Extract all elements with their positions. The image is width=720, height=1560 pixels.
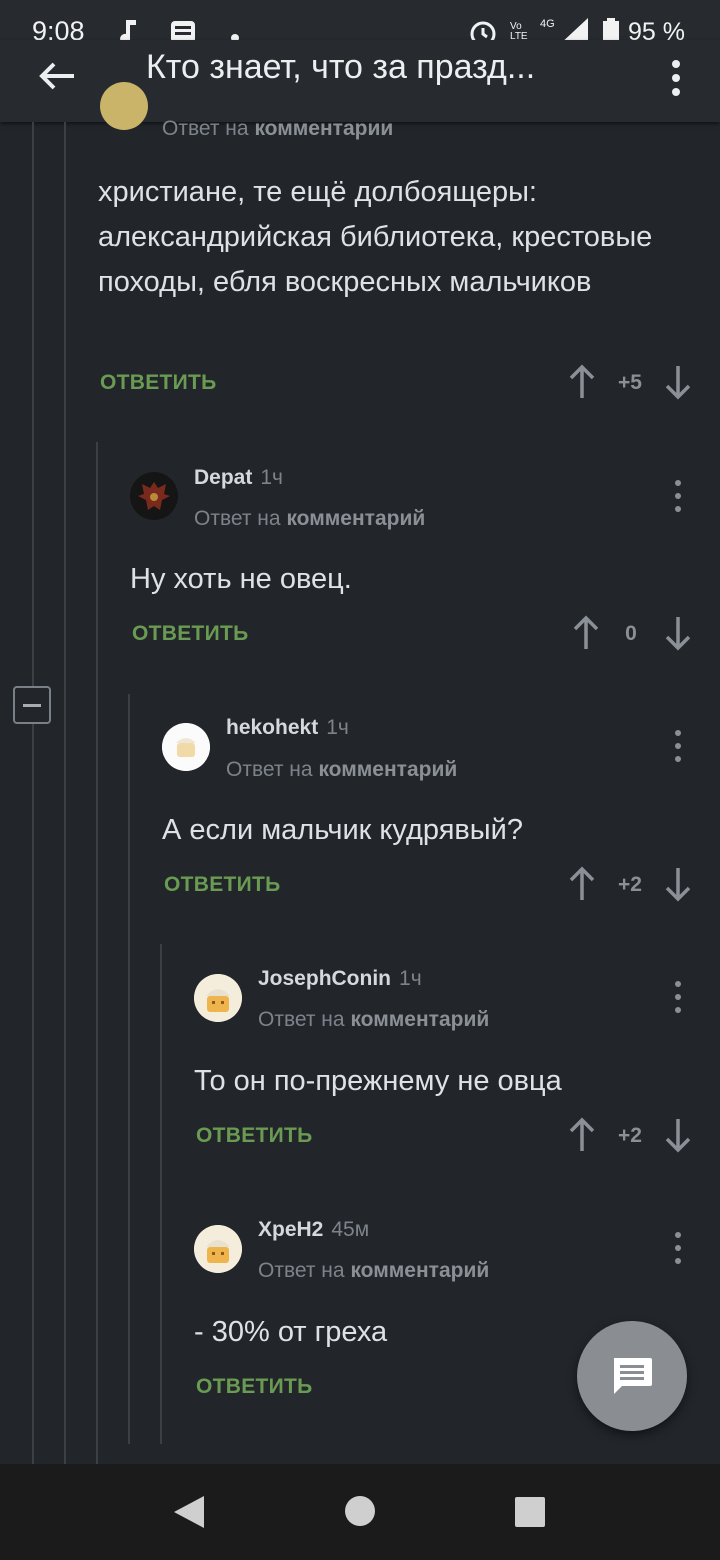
more-vert-icon[interactable]: [671, 728, 685, 764]
vote-score: +5: [618, 371, 642, 394]
comment-time: 1ч: [326, 716, 349, 739]
author-line: JosephConin 1ч: [258, 967, 422, 991]
arrow-up-icon[interactable]: [568, 866, 596, 902]
system-nav-bar: [0, 1464, 720, 1560]
author-name[interactable]: JosephConin: [258, 967, 391, 990]
more-vert-icon[interactable]: [671, 1230, 685, 1266]
avatar[interactable]: [194, 974, 242, 1022]
reply-button[interactable]: ОТВЕТИТЬ: [100, 371, 217, 395]
arrow-down-icon[interactable]: [664, 364, 692, 400]
circle-home-icon[interactable]: [344, 1495, 376, 1532]
author-line: hekohekt 1ч: [226, 716, 349, 740]
reply-to-line: Ответ на комментарий: [194, 507, 425, 531]
arrow-down-icon[interactable]: [664, 866, 692, 902]
more-vert-icon[interactable]: [664, 56, 688, 100]
arrow-up-icon[interactable]: [568, 1117, 596, 1153]
network-label: 4G: [540, 18, 555, 30]
reply-prefix: Ответ на: [258, 1008, 345, 1031]
reply-target-link[interactable]: комментарий: [350, 1259, 489, 1282]
vote-score: +2: [618, 1124, 642, 1147]
reply-prefix: Ответ на: [258, 1259, 345, 1282]
comment-text: То он по-прежнему не овца: [194, 1065, 562, 1097]
thread-line-2: [64, 122, 66, 1464]
author-line: Depat 1ч: [194, 466, 283, 490]
author-line: ХреН2 45м: [258, 1218, 369, 1242]
more-vert-icon[interactable]: [671, 478, 685, 514]
author-name[interactable]: Depat: [194, 466, 252, 489]
add-comment-button[interactable]: [577, 1321, 687, 1431]
thread-line-4: [128, 694, 130, 1444]
vote-score: +2: [618, 873, 642, 896]
comment-text: Ну хоть не овец.: [130, 563, 352, 595]
reply-target-link[interactable]: комментарии: [254, 117, 393, 140]
comment-text: христиане, те ещё долбоящеры: александри…: [98, 176, 653, 298]
comment-icon: [614, 1358, 652, 1394]
default-avatar-icon: [162, 723, 210, 771]
comment-text: А если мальчик кудрявый?: [162, 814, 523, 846]
comment-time: 45м: [331, 1218, 370, 1241]
reply-target-link[interactable]: комментарий: [350, 1008, 489, 1031]
comment-time: 1ч: [399, 967, 422, 990]
collapse-thread-button[interactable]: [13, 686, 51, 724]
default-avatar-icon: [194, 974, 242, 1022]
author-name[interactable]: hekohekt: [226, 716, 318, 739]
volte-label: Vo LTE: [510, 21, 528, 42]
thread-line-5: [160, 944, 162, 1444]
author-name[interactable]: ХреН2: [258, 1218, 323, 1241]
reply-button[interactable]: ОТВЕТИТЬ: [164, 873, 281, 897]
reply-target-link[interactable]: комментарий: [286, 507, 425, 530]
reply-prefix: Ответ на: [194, 507, 281, 530]
vote-score: 0: [625, 622, 637, 645]
triangle-back-icon[interactable]: [172, 1494, 206, 1535]
reply-prefix: Ответ на: [226, 758, 313, 781]
eagle-emblem-icon: [130, 472, 178, 520]
arrow-down-icon[interactable]: [664, 1117, 692, 1153]
arrow-up-icon[interactable]: [572, 615, 600, 651]
avatar: [100, 82, 148, 130]
arrow-down-icon[interactable]: [664, 615, 692, 651]
thread-line-1: [32, 122, 34, 686]
reply-button[interactable]: ОТВЕТИТЬ: [196, 1124, 313, 1148]
reply-button[interactable]: ОТВЕТИТЬ: [132, 622, 249, 646]
more-vert-icon[interactable]: [671, 979, 685, 1015]
avatar[interactable]: [194, 1225, 242, 1273]
reply-to-line: Ответ на комментарий: [258, 1259, 489, 1283]
square-recents-icon[interactable]: [514, 1496, 546, 1533]
reply-to-line: Ответ на комментарии: [162, 117, 393, 141]
reply-button[interactable]: ОТВЕТИТЬ: [196, 1375, 313, 1399]
arrow-up-icon[interactable]: [568, 364, 596, 400]
arrow-left-icon[interactable]: [34, 52, 82, 100]
thread-line-1b: [32, 724, 34, 1464]
thread-line-3: [96, 442, 98, 1464]
reply-to-line: Ответ на комментарий: [226, 758, 457, 782]
reply-target-link[interactable]: комментарий: [318, 758, 457, 781]
avatar[interactable]: [130, 472, 178, 520]
page-title: Кто знает, что за празд...: [146, 48, 536, 86]
reply-to-line: Ответ на комментарий: [258, 1008, 489, 1032]
comment-text: - 30% от греха: [194, 1316, 388, 1348]
default-avatar-icon: [194, 1225, 242, 1273]
avatar[interactable]: [162, 723, 210, 771]
reply-prefix: Ответ на: [162, 117, 249, 140]
comment-time: 1ч: [260, 466, 283, 489]
